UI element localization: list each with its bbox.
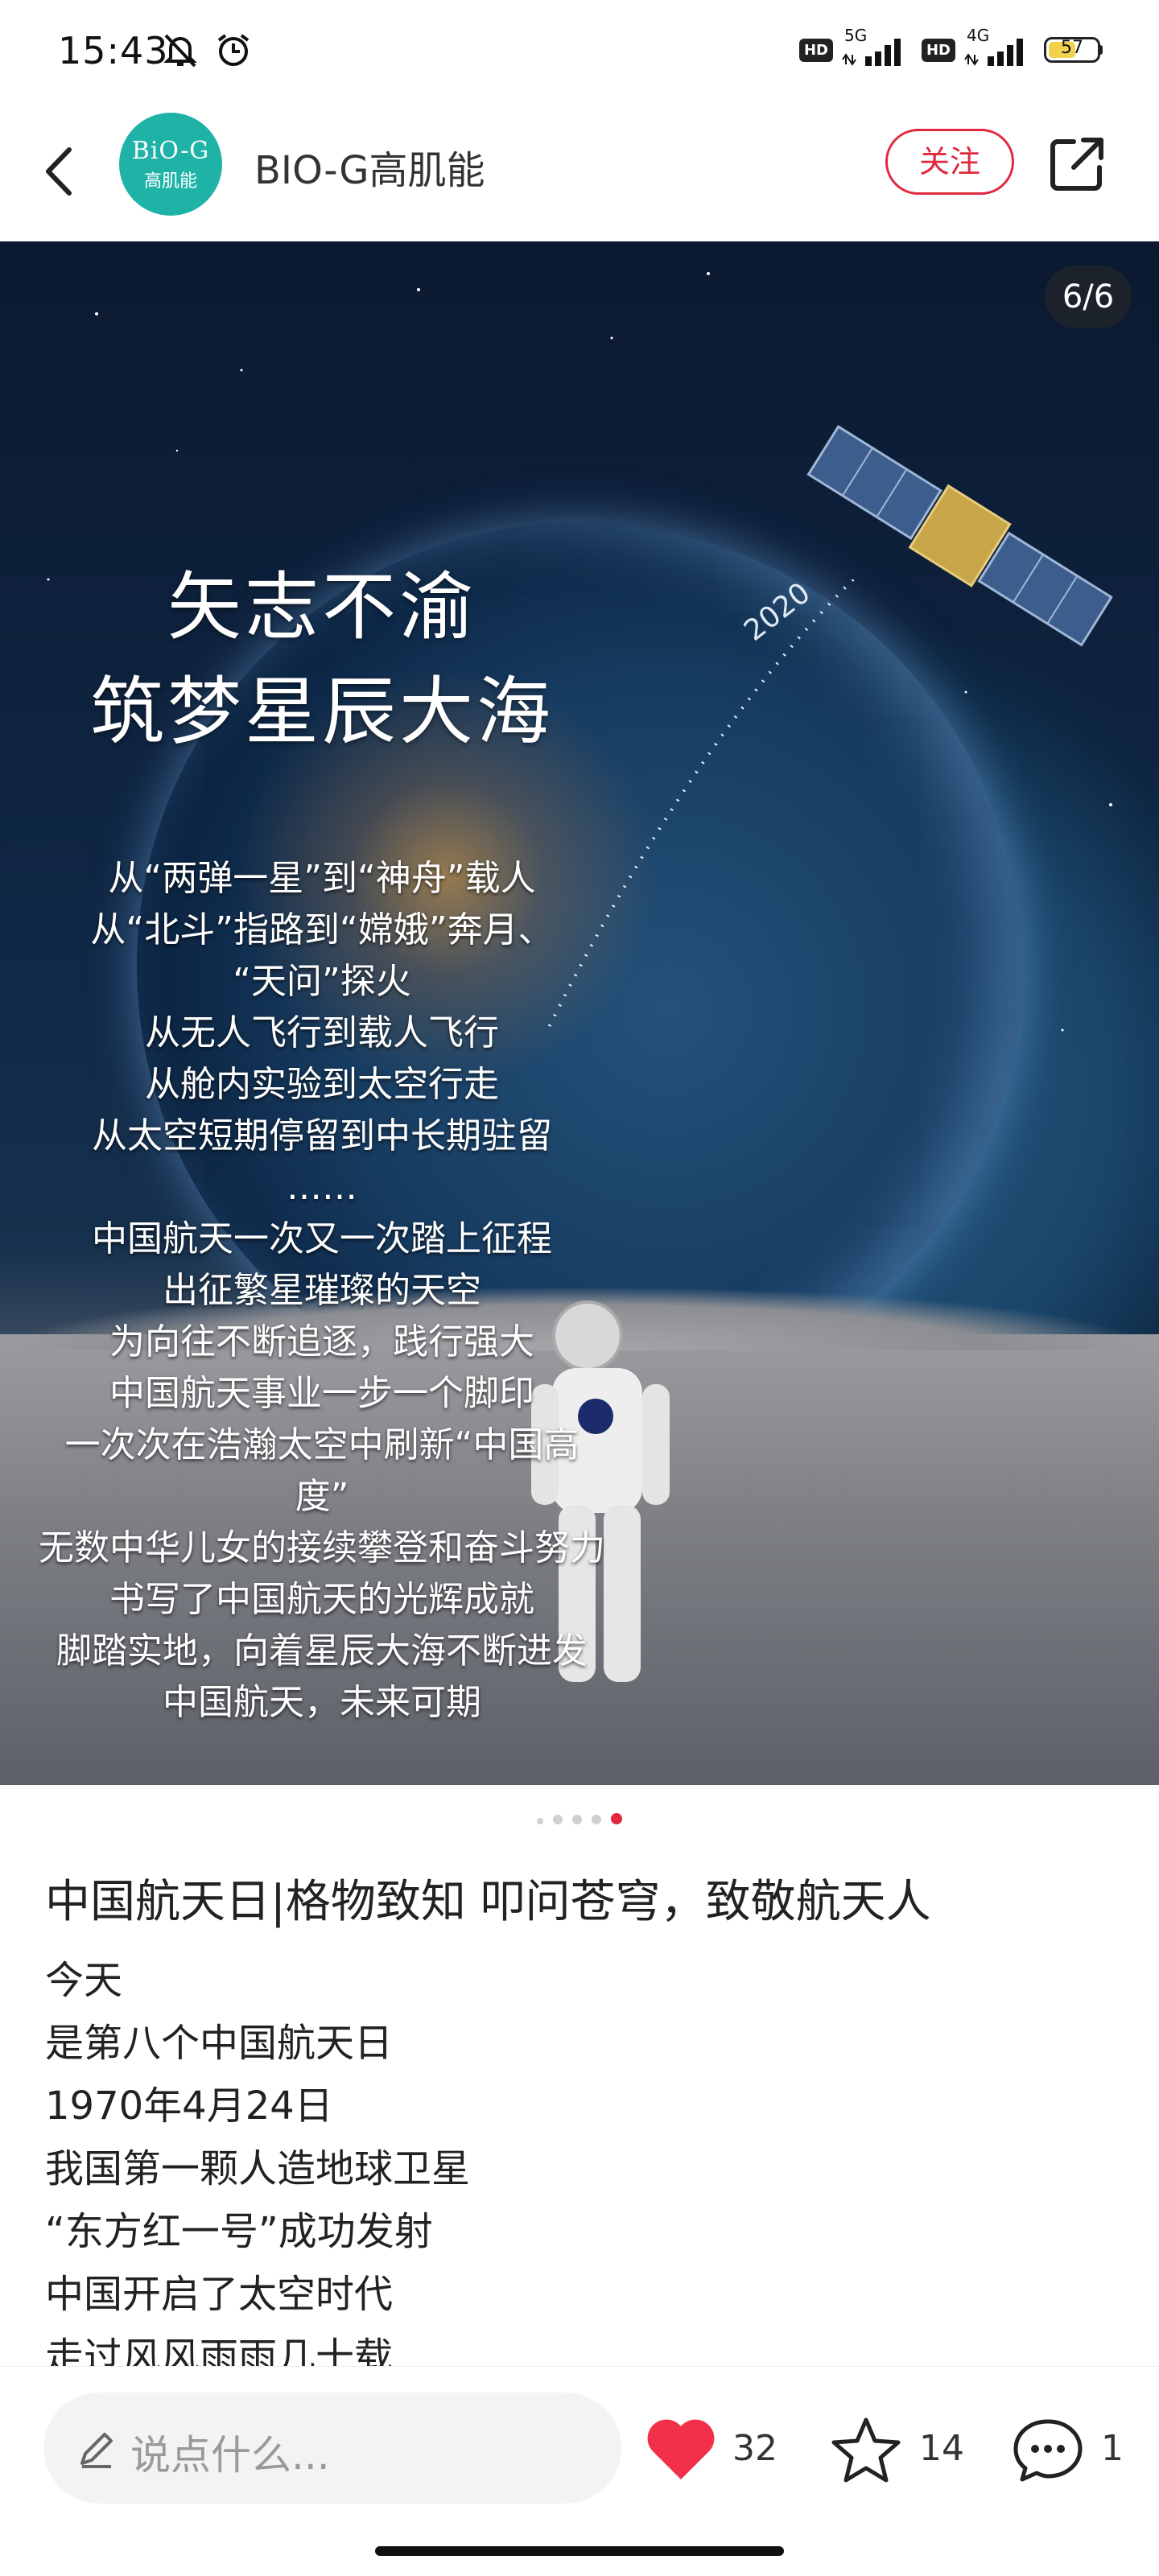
share-icon[interactable] xyxy=(1046,134,1107,195)
poem-line: 从“北斗”指路到“嫦娥”奔月、 xyxy=(90,909,554,950)
battery-icon: 57 xyxy=(1044,37,1103,63)
post-body: 今天 是第八个中国航天日 1970年4月24日 我国第一颗人造地球卫星 “东方红… xyxy=(45,1949,1107,2368)
status-right-group: HD 5G HD 4G 57 xyxy=(798,26,1103,69)
comment-input[interactable]: 说点什么... xyxy=(43,2393,621,2504)
post-body-line: 1970年4月24日 xyxy=(45,2083,333,2129)
poem-text: 从“两弹一星”到“神舟”载人 从“北斗”指路到“嫦娥”奔月、 “天问”探火 从无… xyxy=(0,853,644,1729)
slogan-line-1: 矢志不渝 xyxy=(167,564,476,650)
poem-line: 从太空短期停留到中长期驻留 xyxy=(92,1115,552,1156)
status-bar: 15:43 HD 5G HD 4G 57 xyxy=(0,0,1159,105)
satellite-illustration xyxy=(806,425,1113,647)
comment-placeholder: 说点什么... xyxy=(130,2432,330,2479)
avatar-logo-text: BiO-G xyxy=(131,137,210,165)
pagination-dot[interactable] xyxy=(553,1815,563,1824)
poem-line: 无数中华儿女的接续攀登和奋斗努力 xyxy=(39,1527,605,1568)
hd-badge-2: HD xyxy=(921,38,955,62)
pagination-dot[interactable] xyxy=(572,1815,582,1824)
bottom-action-bar: 说点什么... 32 14 1 xyxy=(0,2366,1159,2576)
like-button[interactable]: 32 xyxy=(644,2417,789,2481)
poem-line: …… xyxy=(287,1167,357,1208)
profile-header: BiO-G 高肌能 BIO-G高肌能 关注 xyxy=(0,105,1159,241)
mute-bell-icon xyxy=(163,34,197,68)
post-body-line: 我国第一颗人造地球卫星 xyxy=(45,2146,471,2191)
image-page-counter: 6/6 xyxy=(1045,266,1132,328)
account-name[interactable]: BIO-G高肌能 xyxy=(254,138,485,195)
poem-line: 书写了中国航天的光辉成就 xyxy=(109,1579,534,1620)
poem-line: 一次次在浩瀚太空中刷新“中国高 xyxy=(64,1424,580,1465)
avatar-logo-subtext: 高肌能 xyxy=(143,171,197,192)
star-icon xyxy=(831,2417,901,2483)
poem-line: 为向往不断追逐，践行强大 xyxy=(109,1321,534,1362)
poem-line: 中国航天事业一步一个脚印 xyxy=(109,1373,534,1414)
poem-line: 度” xyxy=(295,1476,349,1517)
follow-button[interactable]: 关注 xyxy=(885,129,1014,195)
signal-4g: 4G xyxy=(963,26,1036,69)
pagination-dot-active[interactable] xyxy=(611,1813,622,1824)
favorite-button[interactable]: 14 xyxy=(829,2417,974,2483)
carousel-pagination xyxy=(0,1812,1159,1828)
comment-bubble-icon xyxy=(1013,2419,1083,2482)
comment-button[interactable]: 1 xyxy=(1011,2417,1140,2482)
comment-count: 1 xyxy=(1101,2428,1124,2469)
like-count: 32 xyxy=(732,2428,777,2469)
battery-level: 57 xyxy=(1061,38,1083,58)
poem-line: “天问”探火 xyxy=(233,961,411,1002)
hd-badge: HD xyxy=(798,38,833,62)
slogan-line-2: 筑梦星辰大海 xyxy=(89,669,554,755)
avatar[interactable]: BiO-G 高肌能 xyxy=(119,113,222,216)
signal-5g: 5G xyxy=(841,26,914,69)
poem-line: 出征繁星璀璨的天空 xyxy=(163,1270,481,1311)
heart-icon xyxy=(647,2419,715,2479)
poem-line: 从无人飞行到载人飞行 xyxy=(145,1012,499,1053)
pencil-icon xyxy=(80,2433,113,2468)
pagination-dot[interactable] xyxy=(592,1815,601,1824)
poem-line: 中国航天一次又一次踏上征程 xyxy=(92,1218,552,1259)
post-image-carousel[interactable]: 2020 6/6 矢志不渝 筑梦星辰大海 从“两弹一星”到“神舟”载人 从“北斗… xyxy=(0,241,1159,1785)
post-title: 中国航天日|格物致知 叩问苍穹，致敬航天人 xyxy=(45,1876,931,1928)
back-icon[interactable] xyxy=(32,135,89,208)
status-time: 15:43 xyxy=(58,29,169,72)
post-body-line: 走过风风雨雨几十载 xyxy=(45,2335,394,2368)
alarm-icon xyxy=(217,34,250,66)
favorite-count: 14 xyxy=(919,2428,964,2469)
post-body-line: 是第八个中国航天日 xyxy=(45,2021,394,2066)
home-indicator[interactable] xyxy=(375,2546,784,2556)
post-body-line: “东方红一号”成功发射 xyxy=(45,2209,433,2254)
poem-line: 脚踏实地，向着星辰大海不断进发 xyxy=(56,1630,588,1671)
post-body-line: 中国开启了太空时代 xyxy=(45,2272,394,2317)
post-body-line: 今天 xyxy=(45,1958,123,2003)
pagination-dot[interactable] xyxy=(537,1818,543,1824)
poem-line: 从舱内实验到太空行走 xyxy=(145,1064,499,1105)
poem-line: 从“两弹一星”到“神舟”载人 xyxy=(108,858,536,899)
poem-line: 中国航天，未来可期 xyxy=(163,1682,481,1723)
